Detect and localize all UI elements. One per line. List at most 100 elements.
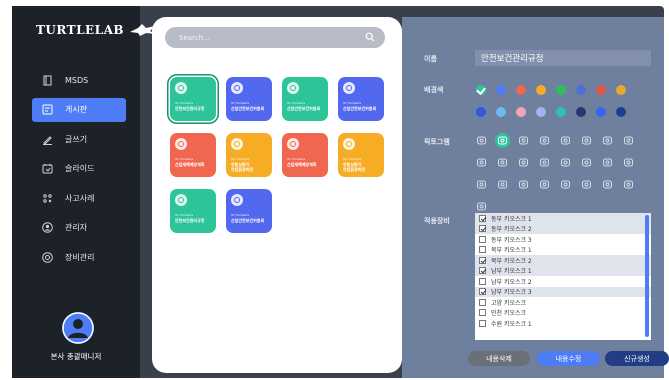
equipment-item-label: 동부 키오스크 3	[491, 236, 532, 244]
person-icon[interactable]	[537, 133, 552, 148]
color-swatch[interactable]	[616, 85, 626, 95]
equipment-item[interactable]: 북부 키오스크 1	[475, 245, 651, 256]
sidebar-item-6[interactable]: 장비관리	[32, 245, 126, 269]
color-swatch[interactable]	[616, 107, 626, 117]
equipment-checkbox[interactable]	[479, 267, 486, 275]
helmet-icon[interactable]	[558, 133, 573, 148]
avatar[interactable]	[62, 312, 94, 344]
card-subtitle: SF Contents	[231, 213, 250, 217]
equipment-checkbox[interactable]	[479, 235, 486, 243]
forklift-icon[interactable]	[621, 155, 636, 170]
equipment-item-label: 북부 키오스크 2	[491, 257, 532, 265]
tag-icon[interactable]	[495, 133, 510, 148]
content-card[interactable]: SF Contents 산업재해예방계획	[170, 133, 216, 177]
content-card[interactable]: SF Contents 산업안전보건위원회	[282, 77, 328, 121]
card-icon	[175, 138, 187, 150]
search-input[interactable]	[179, 30, 349, 45]
search-icon[interactable]	[365, 32, 375, 42]
equipment-checkbox[interactable]	[479, 288, 486, 296]
delete-button[interactable]: 내용삭제	[468, 351, 530, 366]
equipment-item[interactable]: 남부 키오스크 3	[475, 286, 651, 297]
sidebar-item-0[interactable]: MSDS	[32, 68, 126, 92]
machine-icon[interactable]	[495, 155, 510, 170]
truck-icon[interactable]	[558, 155, 573, 170]
color-swatch[interactable]	[556, 107, 566, 117]
equipment-item[interactable]: 고양 키오스크	[475, 297, 651, 308]
fire-icon[interactable]	[516, 177, 531, 192]
chat-icon[interactable]	[537, 155, 552, 170]
sidebar-item-2[interactable]: 글쓰기	[32, 127, 126, 151]
color-swatch[interactable]	[596, 107, 606, 117]
pc-icon[interactable]	[600, 177, 615, 192]
sidebar-item-label: MSDS	[65, 75, 89, 85]
color-swatch[interactable]	[576, 107, 586, 117]
equipment-checkbox[interactable]	[479, 256, 486, 264]
crane-icon[interactable]	[495, 177, 510, 192]
card-icon	[287, 138, 299, 150]
equipment-item[interactable]: 인천 키오스크	[475, 308, 651, 319]
equipment-scrollbar[interactable]	[645, 215, 649, 337]
box-icon[interactable]	[579, 177, 594, 192]
bike-icon[interactable]	[621, 177, 636, 192]
equipment-checkbox[interactable]	[479, 298, 486, 306]
equipment-checkbox[interactable]	[479, 319, 486, 327]
equipment-item[interactable]: 남부 키오스크 1	[475, 265, 651, 276]
sidebar-item-3[interactable]: 슬라이드	[32, 157, 126, 181]
content-card[interactable]: SF Contents 산업안전보건위원회	[226, 77, 272, 121]
create-button[interactable]: 신규생성	[605, 351, 669, 366]
logo-text: TURTLELAB	[36, 23, 125, 37]
color-swatch[interactable]	[476, 85, 486, 95]
edit-button[interactable]: 내용수정	[537, 351, 600, 366]
house-icon[interactable]	[600, 155, 615, 170]
bus-icon[interactable]	[579, 155, 594, 170]
name-field[interactable]: 안전보건관리규정	[475, 50, 651, 66]
board-icon[interactable]	[558, 177, 573, 192]
equipment-checkbox[interactable]	[479, 246, 486, 254]
alarm-icon[interactable]	[474, 199, 489, 214]
sidebar-item-4[interactable]: 사고사례	[32, 186, 126, 210]
color-swatch[interactable]	[536, 85, 546, 95]
equipment-checkbox[interactable]	[479, 214, 486, 222]
building-icon[interactable]	[474, 155, 489, 170]
mask-icon[interactable]	[579, 133, 594, 148]
ear-icon[interactable]	[516, 133, 531, 148]
equipment-item[interactable]: 북부 키오스크 2	[475, 255, 651, 266]
color-swatch[interactable]	[576, 85, 586, 95]
content-card[interactable]: SF Contents 위험성평가 작업환경측정	[226, 133, 272, 177]
content-card[interactable]: SF Contents 안전보건관리규정	[170, 77, 216, 121]
card-title: 산업안전보건위원회	[231, 218, 265, 223]
user-name: 본사 총괄매니저	[50, 352, 102, 361]
color-swatch[interactable]	[516, 85, 526, 95]
equipment-checkbox[interactable]	[479, 309, 486, 317]
equipment-item[interactable]: 동부 키오스크 3	[475, 234, 651, 245]
content-card[interactable]: SF Contents 위험성평가 작업환경측정	[338, 133, 384, 177]
content-card[interactable]: SF Contents 안전보건관리규정	[170, 189, 216, 233]
content-card[interactable]: SF Contents 산업재해예방계획	[282, 133, 328, 177]
color-swatch[interactable]	[516, 107, 526, 117]
hand-icon[interactable]	[474, 133, 489, 148]
content-card[interactable]: SF Contents 산업안전보건위원회	[338, 77, 384, 121]
card-subtitle: SF Contents	[287, 157, 306, 161]
equipment-item[interactable]: 수원 키오스크 1	[475, 318, 651, 329]
content-card[interactable]: SF Contents 산업안전보건위원회	[226, 189, 272, 233]
color-swatch[interactable]	[476, 107, 486, 117]
car-icon[interactable]	[516, 155, 531, 170]
equipment-item[interactable]: 남부 키오스크 2	[475, 276, 651, 287]
equipment-checkbox[interactable]	[479, 277, 486, 285]
equipment-checkbox[interactable]	[479, 225, 486, 233]
color-swatch[interactable]	[536, 107, 546, 117]
color-swatch[interactable]	[496, 85, 506, 95]
worker-icon[interactable]	[474, 177, 489, 192]
sidebar-item-5[interactable]: 관리자	[32, 216, 126, 240]
color-swatch[interactable]	[596, 85, 606, 95]
color-swatch[interactable]	[496, 107, 506, 117]
logo[interactable]: TURTLELAB	[36, 22, 158, 38]
color-swatch[interactable]	[556, 85, 566, 95]
bag-icon[interactable]	[537, 177, 552, 192]
tree-icon[interactable]	[600, 133, 615, 148]
equipment-item[interactable]: 동부 키오스크 1	[475, 213, 651, 224]
equipment-item[interactable]: 동부 키오스크 2	[475, 223, 651, 234]
warning-icon[interactable]	[621, 133, 636, 148]
card-subtitle: SF Contents	[231, 157, 250, 161]
sidebar-item-1[interactable]: 게시판	[32, 97, 126, 122]
